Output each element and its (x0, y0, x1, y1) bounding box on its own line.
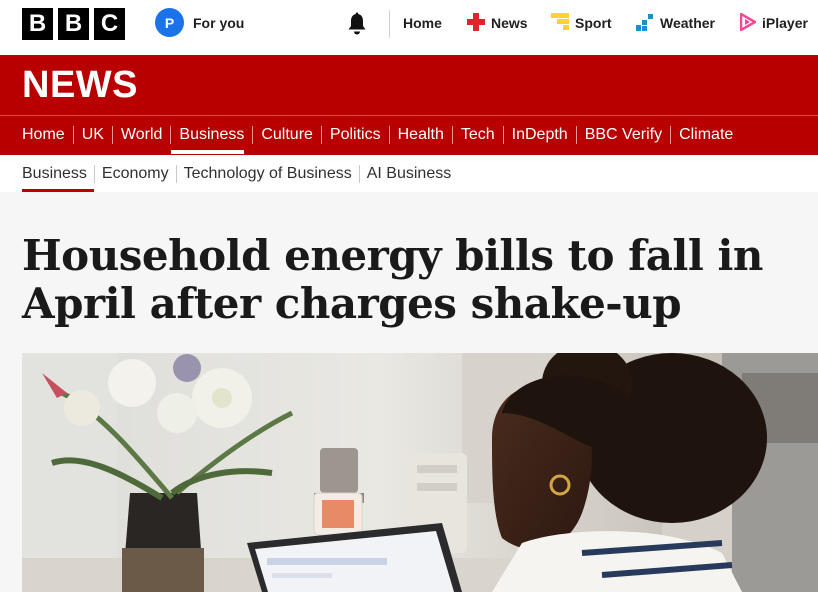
top-nav-home[interactable]: Home (403, 0, 442, 46)
weather-icon (636, 13, 654, 34)
section-title[interactable]: NEWS (22, 64, 138, 107)
header-divider (389, 10, 390, 38)
headline-line: April after charges shake-up (22, 279, 682, 328)
main-nav-item-health[interactable]: Health (390, 116, 452, 154)
sub-nav-item-economy[interactable]: Economy (95, 155, 176, 192)
headline-line: Household energy bills to fall in (22, 231, 763, 280)
top-nav-label: News (491, 15, 528, 31)
top-nav-label: Weather (660, 15, 715, 31)
main-nav-item-tech[interactable]: Tech (453, 116, 503, 154)
main-nav-item-bbc-verify[interactable]: BBC Verify (577, 116, 670, 154)
sub-nav-item-ai-business[interactable]: AI Business (360, 155, 458, 192)
main-nav-item-home[interactable]: Home (22, 116, 73, 154)
global-header: B B C P For you Home News Sport Weather … (0, 0, 818, 55)
top-nav-label: Sport (575, 15, 612, 31)
main-nav-item-climate[interactable]: Climate (671, 116, 741, 154)
news-icon (467, 12, 485, 34)
sub-nav-item-business[interactable]: Business (22, 155, 94, 192)
sport-icon (551, 12, 569, 34)
main-nav-item-culture[interactable]: Culture (253, 116, 321, 154)
article-headline: Household energy bills to fall in April … (22, 232, 782, 328)
iplayer-icon (739, 12, 757, 34)
top-nav-label: iPlayer (762, 15, 808, 31)
top-nav-sport[interactable]: Sport (551, 0, 612, 46)
article-hero-image (22, 353, 818, 592)
main-nav: Home UK World Business Culture Politics … (22, 116, 741, 154)
main-nav-item-world[interactable]: World (113, 116, 171, 154)
bbc-logo[interactable]: B B C (22, 8, 125, 40)
top-nav-label: Home (403, 15, 442, 31)
top-nav-iplayer[interactable]: iPlayer (739, 0, 808, 46)
bbc-logo-letter: B (22, 8, 53, 40)
top-nav-news[interactable]: News (467, 0, 528, 46)
for-you-account-button[interactable]: P For you (155, 8, 244, 37)
top-nav-weather[interactable]: Weather (636, 0, 715, 46)
for-you-label: For you (193, 14, 245, 31)
main-nav-item-uk[interactable]: UK (74, 116, 112, 154)
main-nav-item-politics[interactable]: Politics (322, 116, 389, 154)
account-avatar: P (155, 8, 184, 37)
bbc-logo-letter: C (94, 8, 125, 40)
main-nav-item-business[interactable]: Business (171, 116, 252, 154)
sub-nav: Business Economy Technology of Business … (0, 155, 818, 192)
sub-nav-item-technology-of-business[interactable]: Technology of Business (177, 155, 359, 192)
main-nav-item-indepth[interactable]: InDepth (504, 116, 576, 154)
notification-bell-icon[interactable] (346, 12, 368, 36)
bbc-logo-letter: B (58, 8, 89, 40)
